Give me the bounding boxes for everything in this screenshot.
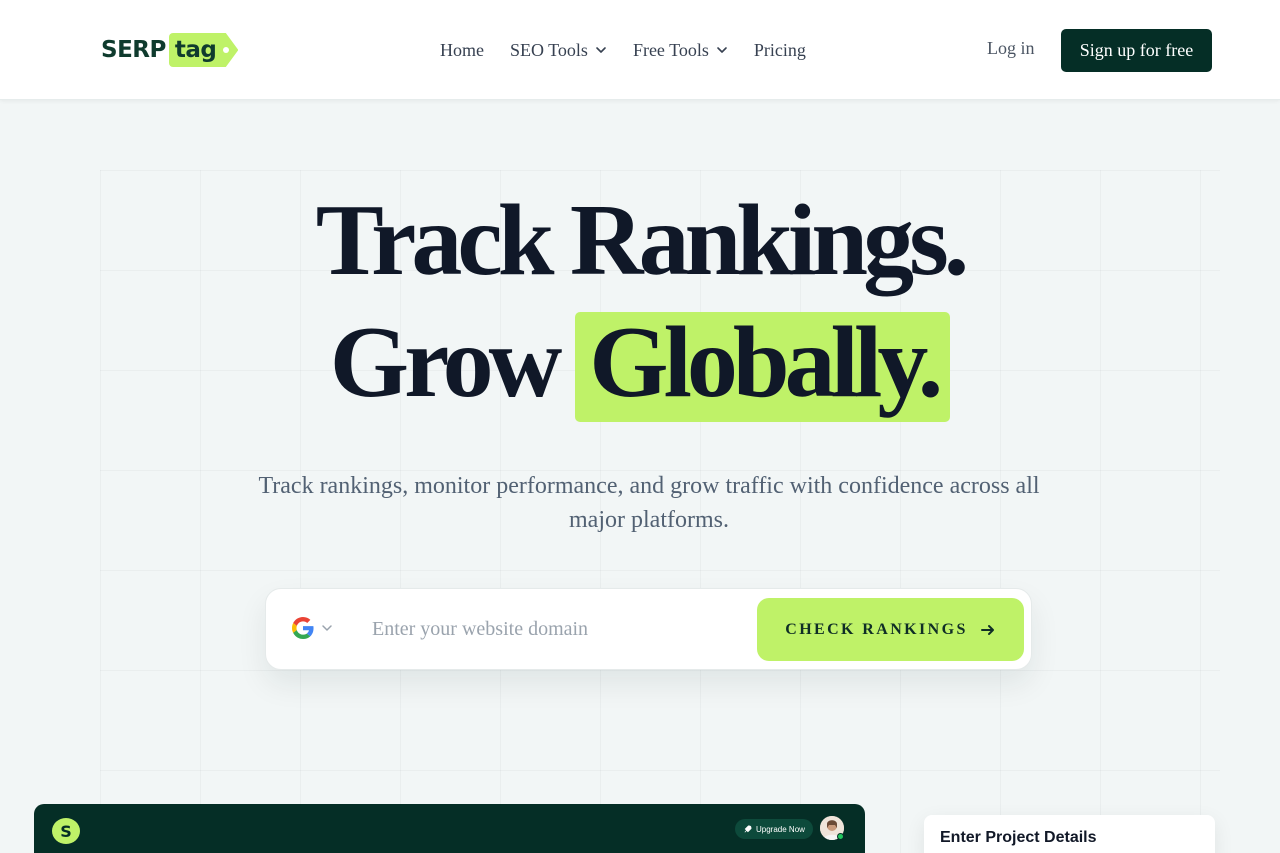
main-nav: Home SEO Tools Free Tools Pricing — [440, 36, 832, 64]
hero-title-line1: Track Rankings. — [315, 184, 970, 297]
google-icon — [292, 617, 314, 639]
domain-input[interactable] — [372, 611, 742, 647]
site-header: SERP tag Home SEO Tools Free Tools Prici… — [0, 0, 1280, 100]
nav-pricing[interactable]: Pricing — [754, 40, 806, 61]
logo-tag-shape: tag — [168, 33, 239, 67]
project-details-card: Enter Project Details — [924, 815, 1215, 853]
search-engine-select[interactable] — [292, 617, 333, 639]
nav-home[interactable]: Home — [440, 40, 484, 61]
logo-text-tag: tag — [174, 37, 217, 63]
nav-free-tools-label: Free Tools — [632, 39, 709, 60]
check-rankings-label: CHECK RANKINGS — [785, 620, 968, 638]
nav-seo-tools[interactable]: SEO Tools — [510, 40, 607, 61]
upgrade-now-button[interactable]: Upgrade Now — [735, 819, 813, 839]
chevron-down-icon — [717, 47, 727, 53]
hero-title-line2: Grow Globally. — [0, 312, 1280, 422]
nav-home-label: Home — [440, 39, 484, 60]
arrow-right-icon — [980, 624, 994, 635]
chevron-down-icon — [322, 625, 332, 631]
logo-text-serp: SERP — [101, 37, 166, 63]
rocket-icon — [744, 825, 752, 832]
hero-title-grow: Grow — [329, 306, 562, 419]
login-link[interactable]: Log in — [987, 38, 1035, 59]
rank-check-form: CHECK RANKINGS — [265, 588, 1032, 670]
dashboard-preview: S Upgrade Now — [34, 804, 865, 853]
dashboard-logo: S — [52, 818, 80, 844]
logo-tag-hole — [223, 47, 230, 53]
check-rankings-button[interactable]: CHECK RANKINGS — [757, 598, 1024, 661]
chevron-down-icon — [596, 47, 606, 53]
hero-title-highlight: Globally. — [575, 312, 951, 422]
signup-button[interactable]: Sign up for free — [1061, 29, 1212, 72]
online-status-dot — [837, 833, 844, 840]
project-card-title: Enter Project Details — [940, 829, 1097, 846]
hero-subtitle: Track rankings, monitor performance, and… — [258, 473, 1040, 533]
upgrade-now-label: Upgrade Now — [756, 824, 805, 834]
nav-pricing-label: Pricing — [753, 39, 806, 60]
serptag-logo[interactable]: SERP tag — [101, 32, 239, 68]
nav-free-tools[interactable]: Free Tools — [633, 40, 728, 61]
nav-seo-tools-label: SEO Tools — [510, 39, 588, 60]
